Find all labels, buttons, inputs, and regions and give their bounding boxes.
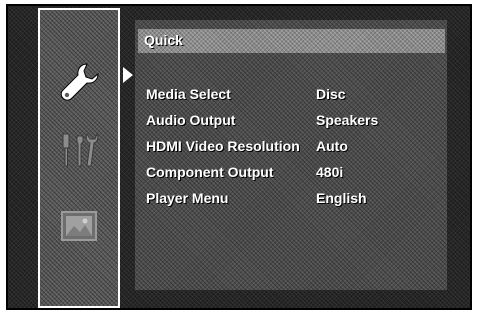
menu-item-hdmi-video-resolution[interactable]: HDMI Video Resolution Auto: [146, 138, 446, 164]
picture-icon[interactable]: [59, 208, 99, 244]
menu-item-label: Player Menu: [146, 190, 229, 206]
menu-item-component-output[interactable]: Component Output 480i: [146, 164, 446, 190]
wrench-icon[interactable]: [57, 60, 101, 104]
menu-item-value: Disc: [316, 86, 346, 102]
menu-item-label: Component Output: [146, 164, 274, 180]
selection-pointer-icon: [123, 67, 133, 83]
menu-item-value: English: [316, 190, 367, 206]
tools-icon[interactable]: [57, 130, 101, 170]
menu-item-player-menu[interactable]: Player Menu English: [146, 190, 446, 216]
menu-item-label: HDMI Video Resolution: [146, 138, 300, 154]
menu-item-value: 480i: [316, 164, 344, 180]
menu-item-label: Media Select: [146, 86, 231, 102]
menu-item-value: Auto: [316, 138, 348, 154]
settings-menu: Media Select Disc Audio Output Speakers …: [146, 86, 446, 216]
menu-item-media-select[interactable]: Media Select Disc: [146, 86, 446, 112]
panel-title: Quick: [144, 32, 183, 48]
panel-title-bar: Quick: [138, 29, 445, 53]
setup-category-sidebar: [38, 8, 120, 308]
menu-item-audio-output[interactable]: Audio Output Speakers: [146, 112, 446, 138]
menu-item-value: Speakers: [316, 112, 379, 128]
menu-item-label: Audio Output: [146, 112, 236, 128]
